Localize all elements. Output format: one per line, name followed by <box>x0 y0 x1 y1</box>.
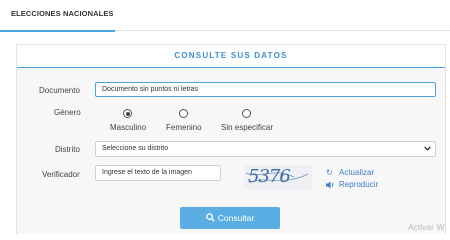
verificador-label: Verificador <box>42 170 80 179</box>
panel-header: CONSULTE SUS DATOS <box>17 45 445 68</box>
search-icon <box>206 213 215 222</box>
verificador-input[interactable]: Ingrese el texto de la imagen <box>95 165 221 181</box>
distrito-selected-value: Seleccione su distrito <box>102 145 169 152</box>
tab-bar: ELECCIONES NACIONALES <box>0 0 450 32</box>
activation-watermark: Activar W <box>408 222 445 232</box>
genero-label: Género <box>54 108 81 117</box>
captcha-text: 5376 <box>248 166 291 187</box>
panel-title: CONSULTE SUS DATOS <box>174 51 288 60</box>
radio-sin-especificar-label: Sin especificar <box>221 123 274 132</box>
documento-input[interactable]: Documento sin puntos ni letras <box>95 82 436 97</box>
actualizar-link[interactable]: Actualizar <box>339 168 374 177</box>
captcha-image: 5376 <box>244 165 312 190</box>
radio-sin-especificar[interactable] <box>242 109 251 118</box>
speaker-icon[interactable] <box>326 181 335 189</box>
distrito-select[interactable]: Seleccione su distrito <box>95 141 436 157</box>
distrito-label: Distrito <box>55 145 80 154</box>
chevron-down-icon <box>424 146 431 151</box>
consulta-panel: CONSULTE SUS DATOS <box>16 44 446 234</box>
consultar-button[interactable]: Consultar <box>180 207 280 229</box>
radio-masculino[interactable] <box>123 109 132 118</box>
tab-elecciones-nacionales[interactable]: ELECCIONES NACIONALES <box>0 0 115 32</box>
documento-label: Documento <box>39 86 80 95</box>
radio-masculino-label: Masculino <box>110 123 147 132</box>
tab-label: ELECCIONES NACIONALES <box>11 9 114 18</box>
radio-femenino[interactable] <box>179 109 188 118</box>
reproducir-link[interactable]: Reproducir <box>339 180 378 189</box>
consultar-label: Consultar <box>217 213 255 223</box>
refresh-icon[interactable]: ↻ <box>326 168 333 177</box>
radio-femenino-label: Femenino <box>166 123 202 132</box>
